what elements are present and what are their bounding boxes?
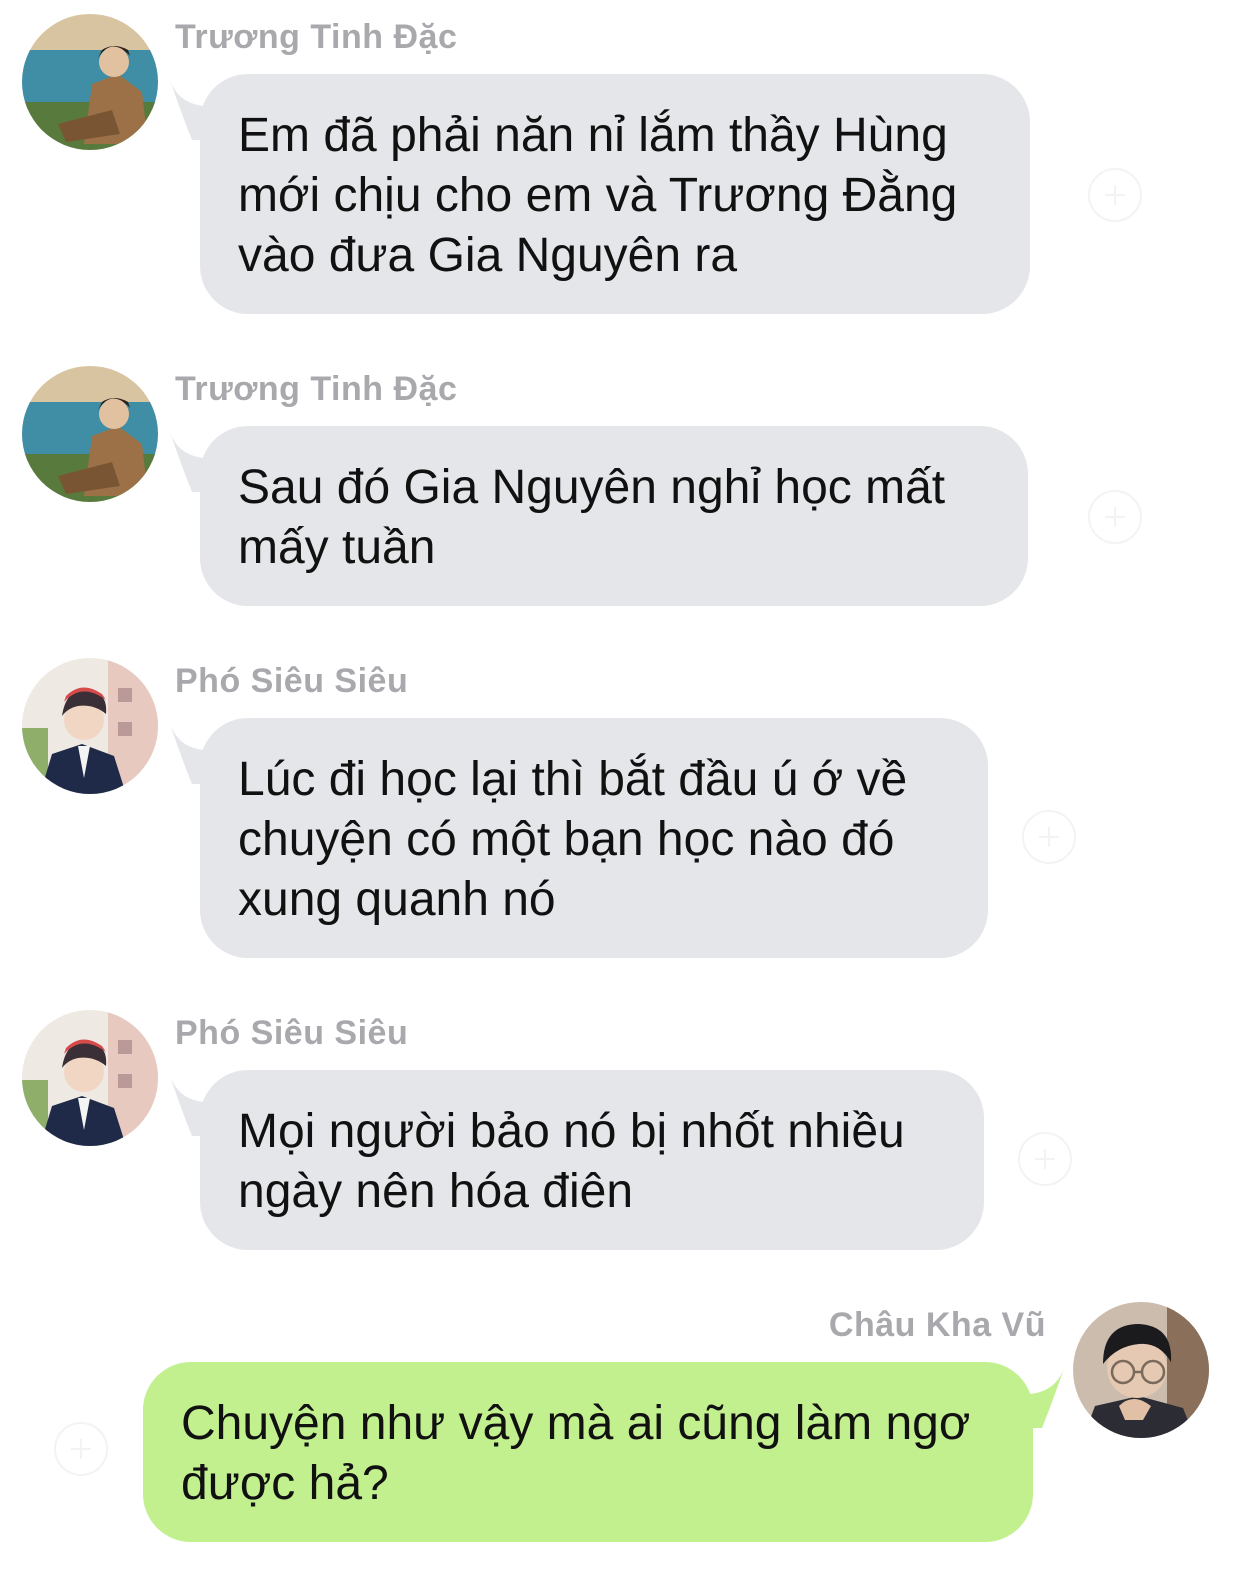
message-bubble[interactable]: Lúc đi học lại thì bắt đầu ú ớ về chuyện… [200,718,988,958]
add-reaction-icon[interactable] [1088,490,1142,544]
message-bubble[interactable]: Em đã phải năn nỉ lắm thầy Hùng mới chịu… [200,74,1030,314]
sender-name: Trương Tinh Đặc [175,18,458,56]
landscape-boy-avatar-icon [22,366,158,502]
message-bubble[interactable]: Chuyện như vậy mà ai cũng làm ngơ được h… [143,1362,1033,1542]
sender-name: Phó Siêu Siêu [175,1014,409,1052]
add-reaction-icon[interactable] [1018,1132,1072,1186]
glasses-boy-avatar-icon [1073,1302,1209,1438]
cap-boy-avatar-icon [22,1010,158,1146]
add-reaction-icon[interactable] [1088,168,1142,222]
add-reaction-icon[interactable] [54,1422,108,1476]
sender-avatar[interactable] [22,658,158,794]
sender-name: Trương Tinh Đặc [175,370,458,408]
sender-avatar[interactable] [22,1010,158,1146]
sender-name: Phó Siêu Siêu [175,662,409,700]
sender-name: Châu Kha Vũ [828,1306,1046,1344]
message-bubble[interactable]: Mọi người bảo nó bị nhốt nhiều ngày nên … [200,1070,984,1250]
cap-boy-avatar-icon [22,658,158,794]
landscape-boy-avatar-icon [22,14,158,150]
message-bubble[interactable]: Sau đó Gia Nguyên nghỉ học mất mấy tuần [200,426,1028,606]
add-reaction-icon[interactable] [1022,810,1076,864]
sender-avatar[interactable] [1073,1302,1209,1438]
sender-avatar[interactable] [22,366,158,502]
sender-avatar[interactable] [22,14,158,150]
